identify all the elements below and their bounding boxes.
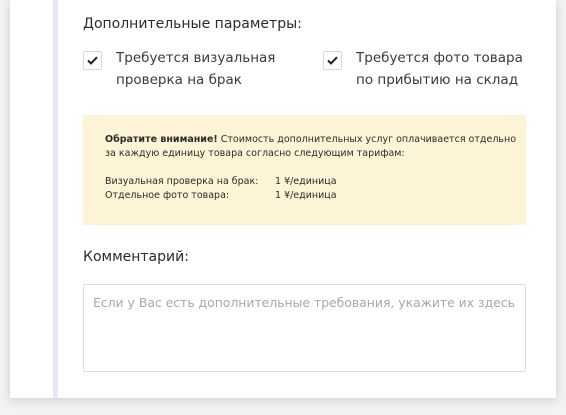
checkmark-icon: [327, 56, 338, 65]
tariff-row: Визуальная проверка на брак: 1 ¥/единица: [105, 175, 504, 189]
tariff-price: 1 ¥/единица: [275, 176, 337, 187]
visual-inspection-label-line1: Требуется визуальная: [116, 50, 276, 66]
option-visual-inspection[interactable]: Требуется визуальная проверка на брак: [83, 47, 275, 91]
visual-inspection-label-line2: проверка на брак: [116, 72, 242, 88]
comment-title: Комментарий:: [83, 249, 189, 265]
tariff-row: Отдельное фото товара: 1 ¥/единица: [105, 189, 504, 203]
tariff-name: Отдельное фото товара:: [105, 190, 230, 201]
option-arrival-photo[interactable]: Требуется фото товара по прибытию на скл…: [323, 47, 523, 91]
notice-line-1: Обратите внимание! Стоимость дополнитель…: [105, 133, 516, 147]
visual-inspection-label[interactable]: Требуется визуальная проверка на брак: [116, 47, 275, 91]
checkmark-icon: [87, 56, 98, 65]
tariff-price: 1 ¥/единица: [275, 190, 337, 201]
accent-bar: [53, 0, 58, 398]
params-title: Дополнительные параметры:: [83, 16, 302, 32]
notice-bold: Обратите внимание!: [105, 134, 218, 145]
notice-text-1: Стоимость дополнительных услуг оплачивае…: [217, 134, 517, 145]
notice-text-2: за каждую единицу товара согласно следую…: [105, 148, 405, 159]
arrival-photo-label-line2: по прибытию на склад: [356, 72, 519, 88]
tariff-name: Визуальная проверка на брак:: [105, 176, 259, 187]
visual-inspection-checkbox[interactable]: [83, 51, 102, 70]
arrival-photo-checkbox[interactable]: [323, 51, 342, 70]
order-options-card: Дополнительные параметры: Требуется визу…: [10, 0, 556, 398]
arrival-photo-label[interactable]: Требуется фото товара по прибытию на скл…: [356, 47, 523, 91]
pricing-notice: Обратите внимание! Стоимость дополнитель…: [83, 115, 526, 225]
arrival-photo-label-line1: Требуется фото товара: [356, 50, 523, 66]
comment-textarea[interactable]: [83, 284, 526, 372]
tariff-list: Визуальная проверка на брак: 1 ¥/единица…: [105, 175, 504, 203]
